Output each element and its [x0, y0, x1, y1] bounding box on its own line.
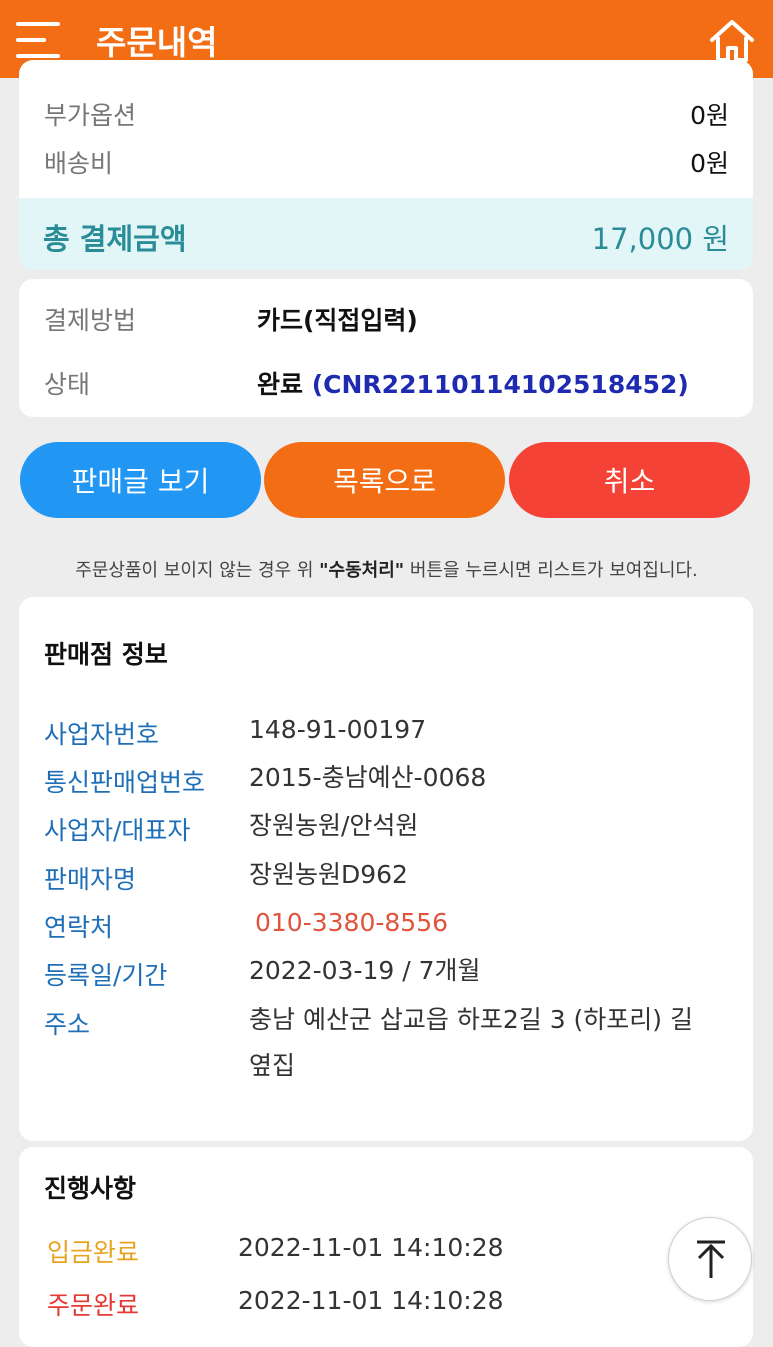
cancel-button[interactable]: 취소	[509, 442, 750, 518]
status-value: 완료 (CNR22110114102518452)	[257, 365, 689, 401]
shipping-label: 배송비	[44, 149, 114, 178]
representative-label: 사업자/대표자	[44, 816, 191, 845]
registration-value: 2022-03-19 / 7개월	[249, 956, 481, 985]
notice-after: 버튼을 누르시면 리스트가 보여집니다.	[404, 560, 698, 581]
registration-label: 등록일/기간	[44, 961, 168, 990]
home-icon[interactable]	[708, 18, 756, 64]
progress-deposit-label: 입금완료	[47, 1238, 140, 1267]
option-value: 0원	[690, 101, 729, 130]
seller-name-label: 판매자명	[44, 865, 137, 894]
total-payment-bar: 총 결제금액 17,000 원	[19, 198, 753, 270]
payment-summary-card: 부가옵션 0원 배송비 0원 총 결제금액 17,000 원	[19, 60, 753, 270]
status-text: 완료	[257, 370, 304, 399]
total-label: 총 결제금액	[43, 222, 187, 256]
business-number-value: 148-91-00197	[249, 715, 427, 744]
seller-section-title: 판매점 정보	[44, 640, 168, 669]
scroll-to-top-button[interactable]	[668, 1217, 752, 1301]
notice-before: 주문상품이 보이지 않는 경우 위	[75, 560, 320, 581]
total-value: 17,000 원	[591, 222, 729, 256]
mail-order-number-label: 통신판매업번호	[44, 768, 206, 797]
address-label: 주소	[44, 1010, 91, 1039]
address-value: 충남 예산군 삽교읍 하포2길 3 (하포리) 길옆집	[249, 1005, 694, 1080]
business-number-label: 사업자번호	[44, 720, 160, 749]
contact-phone-link[interactable]: 010-3380-8556	[255, 900, 715, 946]
contact-label: 연락처	[44, 913, 114, 942]
payment-info-card: 결제방법 카드(직접입력) 상태 완료 (CNR2211011410251845…	[19, 279, 753, 417]
shipping-value: 0원	[690, 149, 729, 178]
view-post-button[interactable]: 판매글 보기	[20, 442, 261, 518]
notice-highlight: "수동처리"	[319, 560, 405, 581]
method-label: 결제방법	[44, 306, 137, 335]
option-label: 부가옵션	[44, 101, 137, 130]
mail-order-number-value: 2015-충남예산-0068	[249, 763, 487, 792]
seller-name-value: 장원농원D962	[249, 860, 408, 889]
back-to-list-button[interactable]: 목록으로	[264, 442, 505, 518]
method-value: 카드(직접입력)	[257, 306, 418, 335]
notice-text: 주문상품이 보이지 않는 경우 위 "수동처리" 버튼을 누르시면 리스트가 보…	[0, 556, 773, 582]
page-title: 주문내역	[96, 23, 218, 62]
progress-card: 진행사항 입금완료 2022-11-01 14:10:28 주문완료 2022-…	[19, 1147, 753, 1347]
seller-info-card: 판매점 정보 사업자번호 148-91-00197 통신판매업번호 2015-충…	[19, 597, 753, 1141]
progress-section-title: 진행사항	[44, 1174, 137, 1203]
progress-order-time: 2022-11-01 14:10:28	[238, 1286, 504, 1315]
status-code: (CNR22110114102518452)	[311, 370, 689, 399]
representative-value: 장원농원/안석원	[249, 811, 419, 840]
hamburger-icon[interactable]	[16, 22, 62, 60]
arrow-up-icon	[697, 1240, 725, 1278]
status-label: 상태	[44, 370, 91, 399]
progress-deposit-time: 2022-11-01 14:10:28	[238, 1233, 504, 1262]
